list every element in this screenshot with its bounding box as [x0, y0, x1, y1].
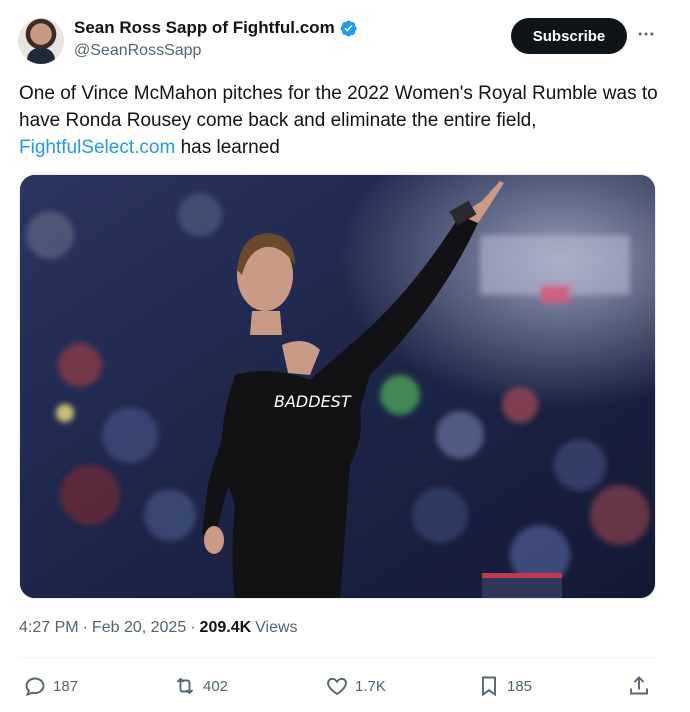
meta-separator: ·: [190, 619, 196, 636]
repost-button[interactable]: 402: [173, 670, 228, 702]
fightful-select-link[interactable]: FightfulSelect.com: [19, 137, 175, 158]
bookmark-count: 185: [507, 677, 533, 695]
like-button[interactable]: 1.7K: [325, 670, 386, 702]
avatar[interactable]: [18, 18, 64, 64]
author-display-name[interactable]: Sean Ross Sapp of Fightful.com: [74, 18, 335, 38]
verified-badge-icon: [339, 19, 358, 38]
like-count: 1.7K: [355, 677, 386, 695]
action-bar: 187 402 1.7K 185: [19, 670, 656, 702]
reply-count: 187: [53, 677, 79, 695]
tweet-header: Sean Ross Sapp of Fightful.com @SeanRoss…: [18, 16, 668, 66]
photo-illustration: BADDEST: [20, 175, 655, 598]
author-block: Sean Ross Sapp of Fightful.com @SeanRoss…: [74, 18, 358, 60]
tweet-time[interactable]: 4:27 PM: [19, 619, 79, 637]
reply-button[interactable]: 187: [23, 670, 78, 702]
bookmark-button[interactable]: 185: [477, 670, 532, 702]
subscribe-button[interactable]: Subscribe: [511, 18, 627, 54]
repost-icon: [176, 677, 194, 695]
name-row: Sean Ross Sapp of Fightful.com: [74, 18, 358, 38]
like-icon: [327, 677, 347, 696]
repost-count: 402: [203, 677, 229, 695]
tweet-text-part1: One of Vince McMahon pitches for the 202…: [19, 83, 658, 131]
bookmark-icon: [482, 676, 496, 697]
views-count: 209.4K: [199, 619, 252, 636]
tweet-meta: 4:27 PM · Feb 20, 2025 · 209.4K Views: [19, 619, 298, 637]
tweet-text-part2: has learned: [175, 137, 280, 158]
tweet-text: One of Vince McMahon pitches for the 202…: [19, 80, 669, 161]
author-handle[interactable]: @SeanRossSapp: [74, 42, 358, 60]
more-horizontal-icon[interactable]: [634, 22, 658, 46]
meta-separator: ·: [82, 619, 88, 636]
divider: [19, 657, 656, 658]
reply-icon: [25, 677, 45, 697]
tweet-photo[interactable]: BADDEST: [19, 174, 656, 599]
views-label: Views: [255, 619, 298, 636]
avatar-shirt: [27, 48, 55, 64]
share-button[interactable]: [627, 670, 651, 702]
shirt-text: BADDEST: [274, 392, 352, 411]
tweet-date[interactable]: Feb 20, 2025: [92, 619, 186, 637]
share-icon: [630, 676, 648, 695]
